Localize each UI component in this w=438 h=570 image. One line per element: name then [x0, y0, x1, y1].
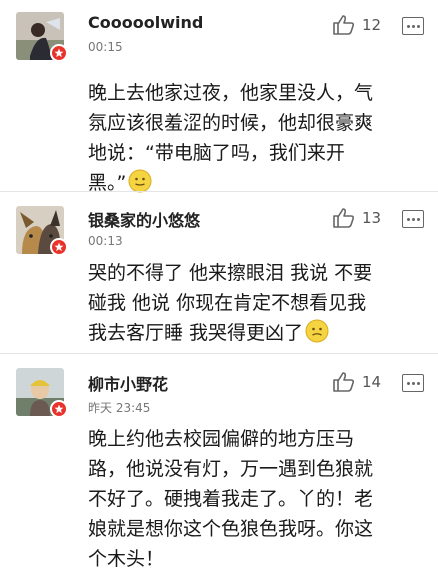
comment-text-line: 晚上去他家过夜，他家里没人，气 [88, 82, 374, 104]
comment-time: 昨天 23:45 [88, 401, 151, 415]
thumbs-up-icon[interactable] [332, 14, 356, 36]
like-count: 14 [362, 373, 382, 391]
comment-text-line: 碰我 他说 你现在肯定不想看见我 [88, 292, 367, 314]
comment-text-line: 地说：“带电脑了吗，我们来开 [88, 142, 345, 164]
username[interactable]: 银桑家的小悠悠 [88, 207, 200, 231]
more-icon[interactable] [402, 17, 424, 35]
username[interactable]: 柳市小野花 [88, 371, 168, 395]
comment-text-line: 氛应该很羞涩的时候，他却很豪爽 [88, 112, 374, 134]
comment-text: 晚上去他家过夜，他家里没人，气 氛应该很羞涩的时候，他却很豪爽 地说：“带电脑了… [88, 78, 420, 198]
like-count: 12 [362, 16, 382, 34]
comment-text-line: 不好了。硬拽着我走了。丫的！老 [88, 488, 374, 510]
verified-badge-icon [50, 400, 68, 418]
smiley-emoji [305, 319, 329, 343]
verified-badge-icon [50, 44, 68, 62]
comment-text-line: 我去客厅睡 我哭得更凶了 [88, 322, 304, 344]
thumbs-up-icon[interactable] [332, 207, 356, 229]
comment-text: 哭的不得了 他来擦眼泪 我说 不要 碰我 他说 你现在肯定不想看见我 我去客厅睡… [88, 258, 420, 348]
comment-text-line: 哭的不得了 他来擦眼泪 我说 不要 [88, 262, 373, 284]
comment-time: 00:13 [88, 234, 123, 248]
comment-text-line: 路，他说没有灯，万一遇到色狼就 [88, 458, 374, 480]
comment-text: 晚上约他去校园偏僻的地方压马 路，他说没有灯，万一遇到色狼就 不好了。硬拽着我走… [88, 424, 420, 570]
comment-time: 00:15 [88, 40, 123, 54]
comment-feed: Cooooolwind 00:15 12 晚上去他家过夜，他家里没人，气 氛应该… [0, 0, 438, 570]
thumbs-up-icon[interactable] [332, 371, 356, 393]
comment-item: 柳市小野花 昨天 23:45 14 晚上约他去校园偏僻的地方压马 路，他说没有灯… [0, 354, 438, 570]
smiley-emoji [128, 169, 152, 193]
comment-text-line: 娘就是想你这个色狼色我呀。你这 [88, 518, 374, 540]
verified-badge-icon [50, 238, 68, 256]
comment-text-line: 晚上约他去校园偏僻的地方压马 [88, 428, 355, 450]
more-icon[interactable] [402, 374, 424, 392]
comment-item: 银桑家的小悠悠 00:13 13 哭的不得了 他来擦眼泪 我说 不要 碰我 他说… [0, 192, 438, 352]
more-icon[interactable] [402, 210, 424, 228]
username[interactable]: Cooooolwind [88, 13, 203, 32]
like-count: 13 [362, 209, 382, 227]
comment-text-line: 个木头！ [88, 548, 165, 570]
comment-item: Cooooolwind 00:15 12 晚上去他家过夜，他家里没人，气 氛应该… [0, 0, 438, 194]
